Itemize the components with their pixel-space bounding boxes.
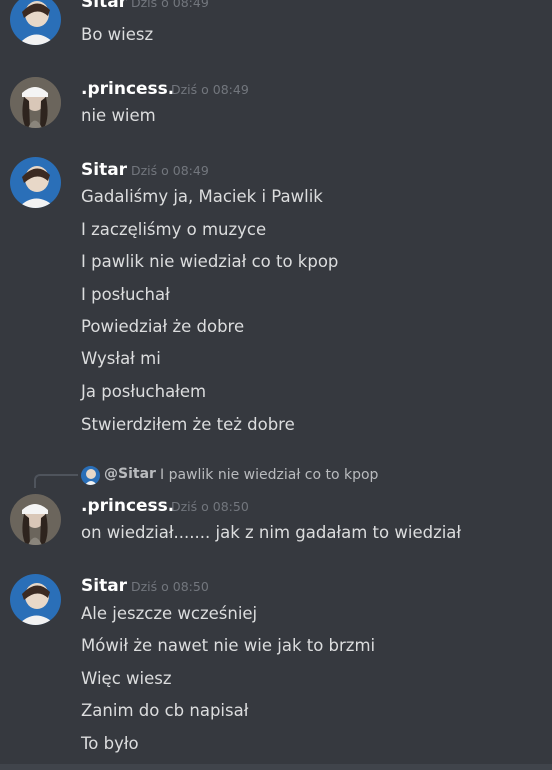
message-line: Ja posłuchałem xyxy=(81,382,207,401)
message-timestamp: Dziś o 08:50 xyxy=(171,499,249,514)
message-timestamp: Dziś o 08:49 xyxy=(131,0,209,10)
message-author[interactable]: .princess. xyxy=(81,496,174,516)
message-author[interactable]: .princess. xyxy=(81,79,174,99)
message-line: Mówił że nawet nie wie jak to brzmi xyxy=(81,636,376,655)
message-timestamp: Dziś o 08:49 xyxy=(131,163,209,178)
avatar-sitar[interactable] xyxy=(10,574,61,625)
message-line: Więc wiesz xyxy=(81,669,172,688)
avatar-princess[interactable] xyxy=(10,77,61,128)
message-line: Stwierdziłem że też dobre xyxy=(81,415,295,434)
reply-avatar[interactable] xyxy=(81,466,100,485)
message-line: nie wiem xyxy=(81,106,156,125)
reply-connector xyxy=(34,474,78,488)
message-input-edge[interactable] xyxy=(0,764,552,770)
message-line: I zaczęliśmy o muzyce xyxy=(81,220,267,239)
avatar-sitar[interactable] xyxy=(10,157,61,208)
message-line: Bo wiesz xyxy=(81,25,154,44)
message-timestamp: Dziś o 08:49 xyxy=(171,82,249,97)
message-line: Powiedział że dobre xyxy=(81,317,245,336)
message-line: I pawlik nie wiedział co to kpop xyxy=(81,252,339,271)
message-author[interactable]: Sitar xyxy=(81,160,127,180)
message-line: Zanim do cb napisał xyxy=(81,701,249,720)
message-line: I posłuchał xyxy=(81,285,170,304)
message-line: Ale jeszcze wcześniej xyxy=(81,604,258,623)
avatar-sitar[interactable] xyxy=(10,0,61,45)
message-author[interactable]: Sitar xyxy=(81,0,127,12)
message-author[interactable]: Sitar xyxy=(81,576,127,596)
reply-author[interactable]: @Sitar xyxy=(104,466,156,482)
reply-preview[interactable]: I pawlik nie wiedział co to kpop xyxy=(160,467,378,483)
message-line: Wysłał mi xyxy=(81,349,161,368)
message-timestamp: Dziś o 08:50 xyxy=(131,579,209,594)
message-line: Gadaliśmy ja, Maciek i Pawlik xyxy=(81,187,323,206)
message-line: on wiedział....... jak z nim gadałam to … xyxy=(81,523,462,542)
avatar-princess[interactable] xyxy=(10,494,61,545)
message-line: To było xyxy=(81,734,139,753)
